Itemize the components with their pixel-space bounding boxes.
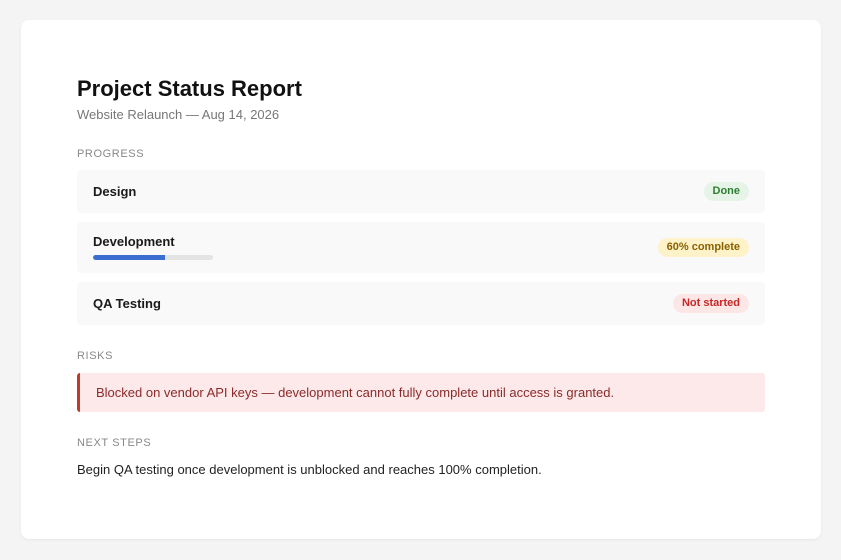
risks-section-label: RISKS <box>77 350 114 362</box>
report-card: Project Status Report Website Relaunch —… <box>21 20 821 539</box>
progress-section-label: PROGRESS <box>77 148 145 160</box>
status-badge-not-started: Not started <box>672 294 749 313</box>
progress-row-development: Development 60% complete <box>77 222 765 273</box>
status-badge-in-progress: 60% complete <box>657 238 749 257</box>
next-steps-section-label: NEXT STEPS <box>77 437 152 449</box>
progress-row-design: Design Done <box>77 170 765 213</box>
next-steps-text: Begin QA testing once development is unb… <box>77 462 542 477</box>
report-content: Project Status Report Website Relaunch —… <box>77 76 765 478</box>
progress-row-qa-testing: QA Testing Not started <box>77 282 765 325</box>
risk-alert: Blocked on vendor API keys — development… <box>77 373 765 412</box>
progress-item-name: Development <box>93 234 175 249</box>
progress-bar-fill <box>93 255 165 260</box>
progress-item-name: QA Testing <box>93 296 161 311</box>
progress-item-name: Design <box>93 184 137 199</box>
page-title: Project Status Report <box>77 76 302 101</box>
progress-bar <box>93 255 213 260</box>
status-badge-done: Done <box>703 182 749 201</box>
page-subtitle: Website Relaunch — Aug 14, 2026 <box>77 107 280 122</box>
